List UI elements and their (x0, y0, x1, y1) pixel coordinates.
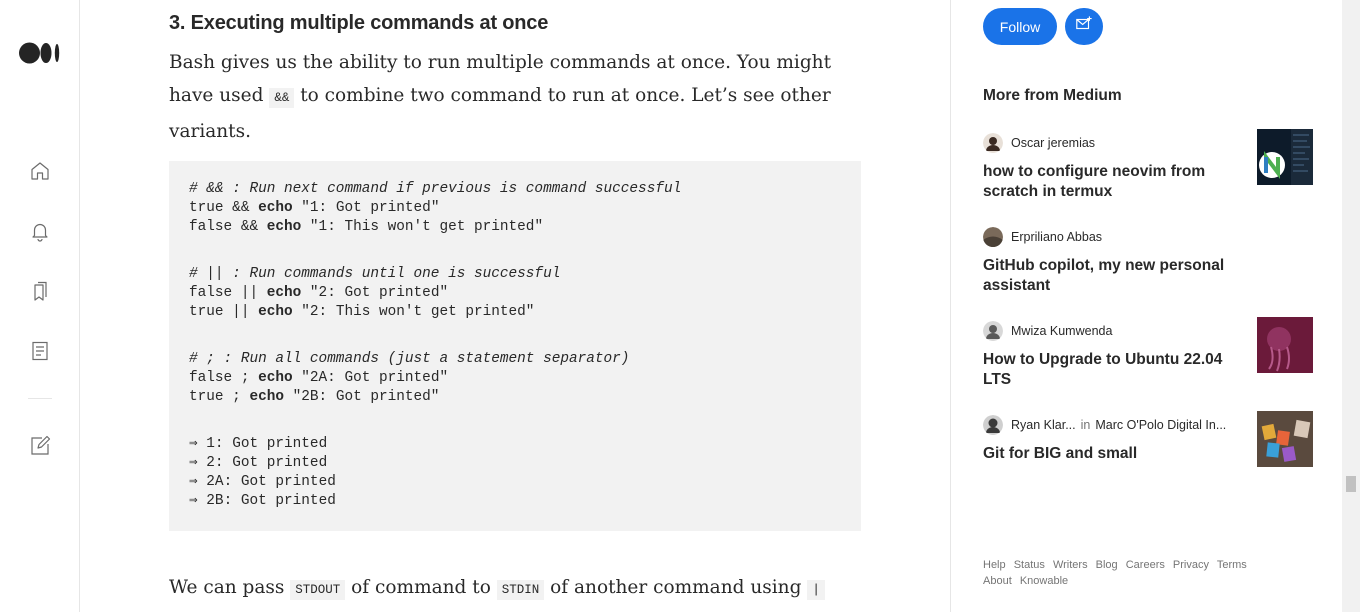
scrollbar-thumb[interactable] (1346, 476, 1356, 492)
code-text: "2B: Got printed" (284, 389, 440, 405)
medium-logo[interactable] (19, 42, 61, 64)
story-title[interactable]: How to Upgrade to Ubuntu 22.04 LTS (983, 350, 1238, 390)
code-keyword: echo (249, 389, 284, 405)
footer-link-status[interactable]: Status (1014, 559, 1045, 571)
author-name: Mwiza Kumwenda (1011, 324, 1113, 338)
subscribe-button[interactable] (1065, 8, 1103, 45)
story-title[interactable]: Git for BIG and small (983, 444, 1238, 464)
footer-link-about[interactable]: About (983, 575, 1012, 587)
code-text: "1: Got printed" (292, 200, 440, 216)
recommended-story[interactable]: Mwiza Kumwenda How to Upgrade to Ubuntu … (983, 317, 1313, 390)
code-text: false ; (189, 370, 259, 386)
code-line: true || echo "2: This won't get printed" (189, 303, 841, 322)
code-line: true && echo "1: Got printed" (189, 199, 841, 218)
rail-divider (28, 398, 52, 399)
publication-name[interactable]: Marc O'Polo Digital In... (1095, 418, 1226, 432)
footer-link-knowable[interactable]: Knowable (1020, 575, 1068, 587)
in-label: in (1080, 418, 1091, 432)
footer-link-writers[interactable]: Writers (1053, 559, 1088, 571)
bookmarks-icon[interactable] (28, 279, 52, 303)
code-text: true || (189, 304, 259, 320)
follow-button[interactable]: Follow (983, 8, 1057, 45)
code-line: # ; : Run all commands (just a statement… (189, 350, 841, 369)
code-text: "2: This won't get printed" (292, 304, 535, 320)
right-sidebar: Follow More from Medium Oscar jeremias h… (950, 0, 1342, 612)
home-icon[interactable] (28, 159, 52, 183)
code-line: false ; echo "2A: Got printed" (189, 369, 841, 388)
stories-icon[interactable] (28, 339, 52, 363)
code-keyword: echo (266, 285, 302, 301)
code-text: false && (189, 219, 267, 235)
code-text: "1: This won't get printed" (301, 219, 544, 235)
recommended-story[interactable]: Erpriliano Abbas GitHub copilot, my new … (983, 227, 1313, 296)
story-title[interactable]: GitHub copilot, my new personal assistan… (983, 256, 1238, 296)
footer-link-help[interactable]: Help (983, 559, 1006, 571)
code-gap (189, 322, 841, 350)
scrollbar[interactable] (1342, 0, 1360, 612)
avatar (983, 321, 1003, 341)
code-line: false || echo "2: Got printed" (189, 284, 841, 303)
avatar (983, 415, 1003, 435)
code-line: # || : Run commands until one is success… (189, 265, 841, 284)
inline-code: STDIN (496, 580, 545, 600)
inline-code: STDOUT (290, 580, 346, 600)
story-author[interactable]: Erpriliano Abbas (983, 227, 1313, 247)
section-heading: 3. Executing multiple commands at once (169, 12, 549, 34)
code-line: ⇒ 2: Got printed (189, 455, 328, 471)
inline-code: && (269, 88, 295, 108)
code-block: # && : Run next command if previous is c… (169, 161, 861, 531)
code-line: ⇒ 1: Got printed (189, 436, 328, 452)
article: 3. Executing multiple commands at once B… (80, 0, 950, 612)
code-keyword: echo (258, 200, 293, 216)
recommended-story[interactable]: Oscar jeremias how to configure neovim f… (983, 129, 1313, 202)
paragraph-text: of another command using (544, 577, 808, 598)
code-text: false || (189, 285, 267, 301)
code-text: "2A: Got printed" (292, 370, 449, 386)
paragraph: Bash gives us the ability to run multipl… (169, 46, 869, 148)
story-thumbnail[interactable] (1257, 411, 1313, 467)
code-keyword: echo (258, 304, 293, 320)
paragraph-text: We can pass (169, 577, 291, 598)
avatar (983, 227, 1003, 247)
paragraph: We can pass STDOUT of command to STDIN o… (169, 571, 869, 607)
code-gap (189, 407, 841, 435)
mail-plus-icon (1075, 15, 1093, 38)
paragraph-text: of command to (345, 577, 497, 598)
code-text: "2: Got printed" (301, 285, 449, 301)
story-title[interactable]: how to configure neovim from scratch in … (983, 162, 1238, 202)
story-thumbnail[interactable] (1257, 129, 1313, 185)
code-comment: # && : Run next command if previous is c… (189, 181, 682, 197)
code-text: true && (189, 200, 259, 216)
footer-link-terms[interactable]: Terms (1217, 559, 1247, 571)
footer-link-careers[interactable]: Careers (1126, 559, 1165, 571)
author-name: Ryan Klar... (1011, 418, 1076, 432)
footer-link-blog[interactable]: Blog (1096, 559, 1118, 571)
code-line: ⇒ 2B: Got printed (189, 493, 336, 509)
footer-link-privacy[interactable]: Privacy (1173, 559, 1209, 571)
code-comment: # ; : Run all commands (just a statement… (189, 351, 630, 367)
footer-links: Help Status Writers Blog Careers Privacy… (983, 557, 1283, 589)
code-comment: # || : Run commands until one is success… (189, 266, 561, 282)
code-line: # && : Run next command if previous is c… (189, 180, 841, 199)
recommended-story[interactable]: Ryan Klar... in Marc O'Polo Digital In..… (983, 411, 1313, 467)
story-thumbnail[interactable] (1257, 317, 1313, 373)
left-rail (0, 0, 80, 612)
code-line: true ; echo "2B: Got printed" (189, 388, 841, 407)
more-from-medium-title: More from Medium (983, 87, 1122, 104)
author-name: Oscar jeremias (1011, 136, 1096, 150)
inline-code: | (807, 580, 825, 600)
code-gap (189, 237, 841, 265)
code-keyword: echo (258, 370, 293, 386)
code-text: true ; (189, 389, 250, 405)
bell-icon[interactable] (28, 219, 52, 243)
code-line: false && echo "1: This won't get printed… (189, 218, 841, 237)
code-keyword: echo (266, 219, 302, 235)
code-line: ⇒ 2A: Got printed (189, 474, 336, 490)
avatar (983, 133, 1003, 153)
author-name: Erpriliano Abbas (1011, 230, 1103, 244)
write-icon[interactable] (28, 434, 52, 458)
